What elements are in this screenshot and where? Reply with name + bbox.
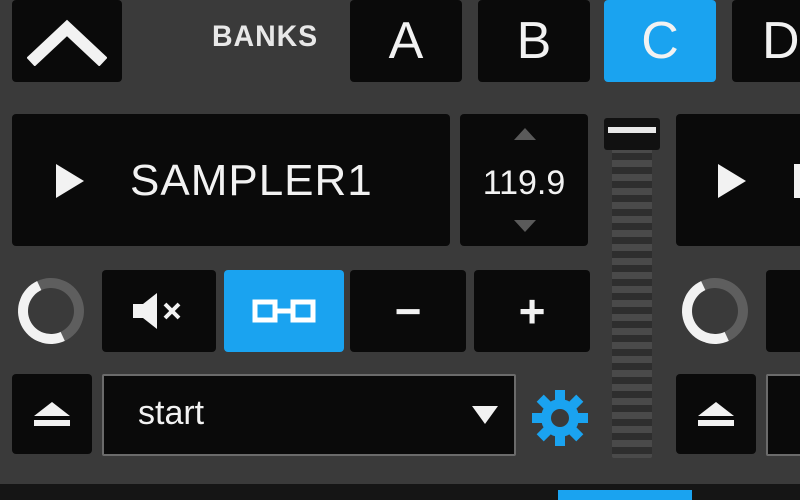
chevron-up-icon [27,19,107,66]
bpm-increase-arrow-icon[interactable] [514,128,536,140]
banks-label: BANKS [212,20,319,53]
decrease-button[interactable]: − [350,270,466,352]
sampler-2-name-edge [794,164,800,198]
bank-a-button[interactable]: A [350,0,462,82]
chevron-down-icon [472,406,498,424]
sample-select-value: start [138,394,205,432]
gear-icon[interactable] [530,388,590,448]
bank-c-button[interactable]: C [604,0,716,82]
eject-icon [698,402,734,416]
mute-button-2[interactable] [766,270,800,352]
eject-icon-bar [34,420,70,426]
gain-knob[interactable] [8,268,94,354]
bank-d-button[interactable]: D [732,0,800,82]
mute-button[interactable] [102,270,216,352]
link-icon [252,299,316,323]
play-icon [56,164,84,198]
play-icon [718,164,746,198]
sampler-name: SAMPLER1 [130,156,373,205]
sample-select-dropdown-2[interactable] [766,374,800,456]
bank-b-button[interactable]: B [478,0,590,82]
minus-label: − [394,285,422,337]
eject-icon [34,402,70,416]
scroll-up-button[interactable] [12,0,122,82]
bpm-decrease-arrow-icon[interactable] [514,220,536,232]
bpm-value: 119.9 [482,164,566,202]
eject-icon-bar [698,420,734,426]
plus-label: + [518,285,546,337]
sampler-panel: BANKS A B C D SAMPLER1 119.9 − + start [0,0,800,500]
gain-knob-2[interactable] [672,268,758,354]
next-row-active-indicator [558,490,692,500]
increase-button[interactable]: + [474,270,590,352]
speaker-muted-icon [133,293,181,329]
volume-fader-handle[interactable] [604,118,660,150]
sync-link-button[interactable] [224,270,344,352]
volume-fader-track[interactable] [612,118,652,458]
